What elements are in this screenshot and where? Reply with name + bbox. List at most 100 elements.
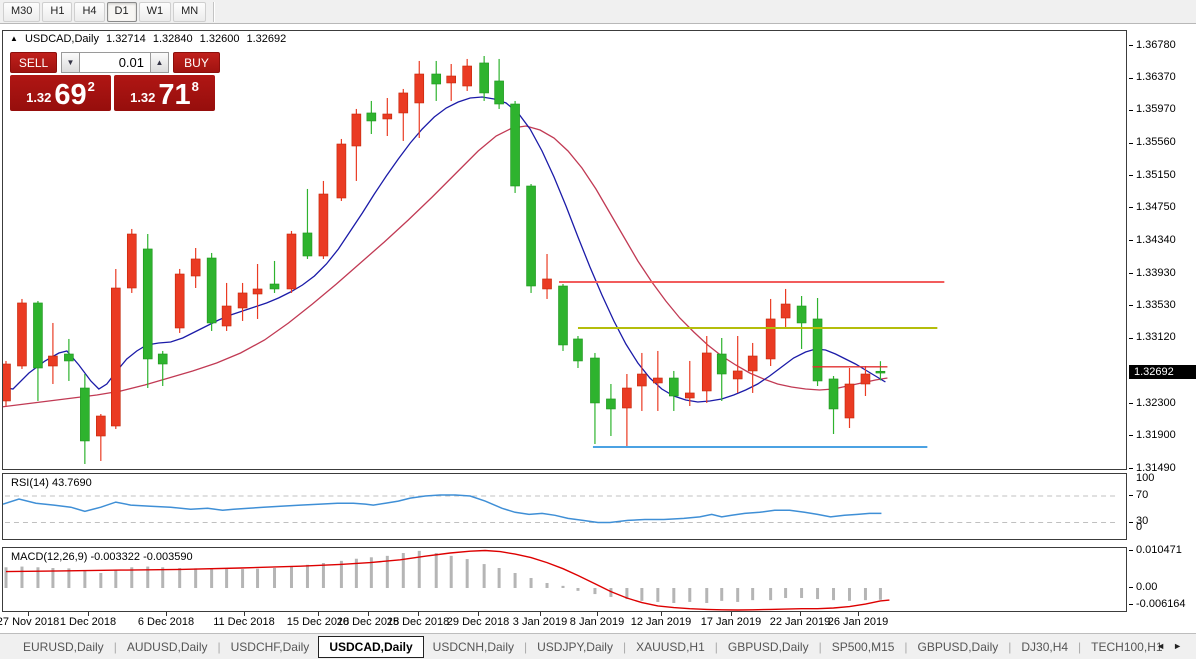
macd-histogram-bar: [688, 588, 691, 602]
candle-body: [337, 144, 346, 198]
date-axis-label: 8 Jan 2019: [570, 616, 624, 628]
symbol-tab-dj30[interactable]: DJ30,H4: [1012, 637, 1077, 657]
rsi-indicator-panel[interactable]: RSI(14) 43.7690: [2, 473, 1127, 540]
volume-decrease-button[interactable]: ▼: [61, 52, 80, 73]
timeframe-button-h1[interactable]: H1: [42, 2, 72, 22]
candle-body: [463, 66, 472, 86]
symbol-tab-usdcnh[interactable]: USDCNH,Daily: [424, 637, 523, 657]
macd-axis-label: 0.00: [1136, 581, 1157, 593]
timeframe-button-w1[interactable]: W1: [139, 2, 172, 22]
date-axis-label: 1 Dec 2018: [60, 616, 116, 628]
candle-body: [733, 371, 742, 379]
price-axis-label: 1.31900: [1136, 429, 1176, 441]
timeframe-buttons: M30H1H4D1W1MN: [2, 2, 207, 22]
sell-price-box[interactable]: 1.32 69 2: [10, 75, 111, 111]
chart-title: ▲ USDCAD,Daily 1.32714 1.32840 1.32600 1…: [10, 33, 290, 45]
quote-low: 1.32600: [200, 33, 240, 45]
buy-price-box[interactable]: 1.32 71 8: [114, 75, 215, 111]
candle-body: [127, 234, 136, 288]
timeframe-button-h4[interactable]: H4: [74, 2, 104, 22]
price-axis-label: 1.35560: [1136, 136, 1176, 148]
candle-body: [861, 374, 870, 384]
candle-body: [383, 114, 392, 119]
collapse-arrow-icon[interactable]: ▲: [10, 34, 18, 43]
macd-indicator-panel[interactable]: MACD(12,26,9) -0.003322 -0.003590: [2, 547, 1127, 612]
macd-histogram-bar: [848, 588, 851, 601]
price-axis-tick: [1129, 207, 1133, 208]
macd-histogram-bar: [322, 563, 325, 588]
symbol-tab-usdjpy[interactable]: USDJPY,Daily: [528, 637, 622, 657]
sell-price-main: 69: [54, 82, 86, 108]
symbol-tab-gbpusd[interactable]: GBPUSD,Daily: [909, 637, 1008, 657]
candle-body: [685, 393, 694, 398]
price-axis-tick: [1129, 240, 1133, 241]
timeframe-button-mn[interactable]: MN: [173, 2, 206, 22]
macd-axis-label: -0.006164: [1136, 598, 1186, 610]
buy-button[interactable]: BUY: [173, 52, 220, 73]
macd-histogram-bar: [178, 568, 181, 588]
tab-separator: |: [1078, 640, 1081, 654]
rsi-axis-tick: [1129, 522, 1133, 523]
symbol-tab-eurusd[interactable]: EURUSD,Daily: [14, 637, 113, 657]
date-axis-label: 12 Jan 2019: [631, 616, 692, 628]
candle-body: [876, 371, 885, 373]
tab-scroll-right-icon[interactable]: ►: [1173, 641, 1190, 651]
symbol-tab-audusd[interactable]: AUDUSD,Daily: [118, 637, 217, 657]
symbol-tab-xauusd[interactable]: XAUUSD,H1: [627, 637, 714, 657]
symbol-tab-usdchf[interactable]: USDCHF,Daily: [222, 637, 319, 657]
candle-body: [287, 234, 296, 289]
rsi-chart-canvas[interactable]: [3, 474, 1126, 539]
rsi-axis-label: 100: [1136, 472, 1154, 484]
candle-body: [559, 286, 568, 345]
candle-body: [845, 384, 854, 418]
volume-input[interactable]: [80, 52, 150, 73]
trading-terminal-window: M30H1H4D1W1MN ▲ USDCAD,Daily 1.32714 1.3…: [0, 0, 1196, 659]
symbol-tab-gbpusd[interactable]: GBPUSD,Daily: [719, 637, 818, 657]
symbol-tab-sp500[interactable]: SP500,M15: [823, 637, 904, 657]
rsi-line: [3, 495, 881, 523]
tab-separator: |: [623, 640, 626, 654]
candle-body: [303, 233, 312, 256]
price-axis-label: 1.33930: [1136, 267, 1176, 279]
macd-histogram-bar: [816, 588, 819, 599]
macd-histogram-bar: [832, 588, 835, 600]
candle-body: [766, 319, 775, 359]
sell-button[interactable]: SELL: [10, 52, 57, 73]
price-axis[interactable]: 1.367801.363701.359701.355601.351501.347…: [1129, 25, 1196, 633]
candle-body: [717, 354, 726, 374]
macd-histogram-bar: [466, 559, 469, 588]
candle-body: [511, 104, 520, 186]
candle-body: [48, 356, 57, 366]
macd-histogram-bar: [20, 567, 23, 588]
macd-histogram-bar: [672, 588, 675, 603]
date-axis[interactable]: 27 Nov 20181 Dec 20186 Dec 201811 Dec 20…: [0, 612, 1129, 633]
rsi-label: RSI(14) 43.7690: [11, 477, 92, 489]
tab-scroll-left-icon[interactable]: ◄: [1156, 641, 1173, 651]
macd-histogram-bar: [241, 569, 244, 588]
macd-label: MACD(12,26,9) -0.003322 -0.003590: [11, 551, 193, 563]
price-axis-tick: [1129, 143, 1133, 144]
timeframe-button-d1[interactable]: D1: [107, 2, 137, 22]
price-axis-tick: [1129, 468, 1133, 469]
macd-histogram-bar: [99, 573, 102, 588]
macd-histogram-bar: [450, 556, 453, 588]
price-axis-tick: [1129, 78, 1133, 79]
rsi-axis-tick: [1129, 495, 1133, 496]
macd-histogram-bar: [562, 586, 565, 588]
macd-histogram-bar: [114, 570, 117, 588]
macd-histogram-bar: [864, 588, 867, 600]
macd-axis-tick: [1129, 550, 1133, 551]
price-axis-label: 1.33530: [1136, 299, 1176, 311]
price-axis-tick: [1129, 110, 1133, 111]
candle-body: [191, 259, 200, 276]
timeframe-button-m30[interactable]: M30: [3, 2, 40, 22]
date-axis-label: 6 Dec 2018: [138, 616, 194, 628]
candle-body: [207, 258, 216, 323]
price-axis-label: 1.34340: [1136, 234, 1176, 246]
macd-histogram-bar: [402, 553, 405, 588]
symbol-tab-usdcad[interactable]: USDCAD,Daily: [318, 636, 423, 658]
symbol-tabs: EURUSD,Daily|AUDUSD,Daily|USDCHF,DailyUS…: [14, 636, 1172, 658]
price-axis-label: 1.33120: [1136, 331, 1176, 343]
sell-price-prefix: 1.32: [26, 90, 51, 105]
volume-increase-button[interactable]: ▲: [150, 52, 169, 73]
